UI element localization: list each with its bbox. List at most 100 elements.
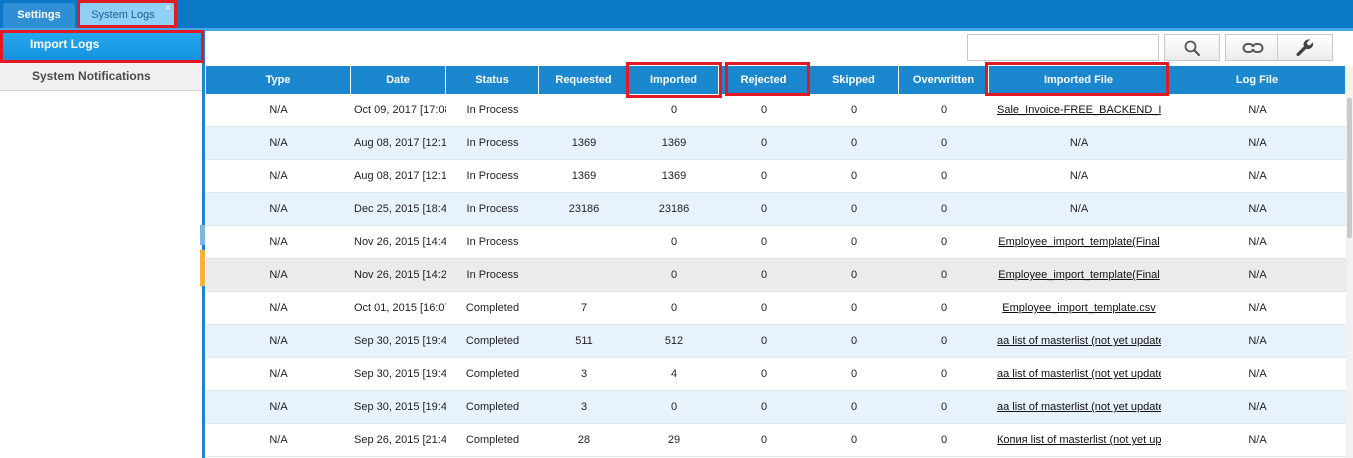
scrollbar-thumb[interactable] [1347,98,1352,238]
cell-type: N/A [269,137,288,149]
cell-type: N/A [269,104,288,116]
wrench-icon [1296,38,1314,56]
column-header-date[interactable]: Date [351,66,446,94]
cell-rejected: 0 [760,203,768,215]
cell-imported-file[interactable]: Employee_import_template(Final [997,259,1161,292]
cell-date: Aug 08, 2017 [12:1 [354,137,446,149]
close-icon[interactable]: × [165,0,171,21]
cell-imported-file[interactable]: aa list of masterlist (not yet update [997,358,1161,391]
column-header-status[interactable]: Status [446,66,539,94]
cell-skipped: 0 [850,335,858,347]
cell-rejected: 0 [760,137,768,149]
table-header: Type Date Status Requested Imported Reje… [206,66,1353,94]
sidebar: Import Logs System Notifications [0,31,205,458]
tab-system-logs-label: System Logs [91,9,155,21]
cell-date: Sep 30, 2015 [19:4 [354,368,446,380]
cell-log-file: N/A [1248,368,1267,380]
cell-skipped: 0 [850,137,858,149]
cell-status: In Process [466,269,519,281]
cell-log-file: N/A [1248,401,1267,413]
cell-log-file: N/A [1248,203,1267,215]
column-header-skipped[interactable]: Skipped [809,66,899,94]
cell-imported-file[interactable]: Sale_Invoice-FREE_BACKEND_I [997,94,1161,127]
cell-rejected: 0 [760,434,768,446]
cell-type: N/A [269,170,288,182]
cell-imported-file: N/A [1069,203,1089,215]
cell-date: Oct 09, 2017 [17:08 [354,104,446,116]
cell-type: N/A [269,434,288,446]
cell-rejected: 0 [760,302,768,314]
cell-skipped: 0 [850,269,858,281]
search-icon [1184,40,1201,56]
cell-overwritten: 0 [940,236,948,248]
cell-skipped: 0 [850,302,858,314]
cell-overwritten: 0 [940,335,948,347]
table-row[interactable]: N/A Aug 08, 2017 [12:1 In Process 1369 1369 0… [206,127,1346,160]
sidebar-item-import-logs[interactable]: Import Logs [0,31,202,60]
cell-log-file: N/A [1248,302,1267,314]
table-row[interactable]: N/A Sep 30, 2015 [19:4 Completed 3 0 0 0 0 aa li… [206,391,1346,424]
cell-rejected: 0 [760,368,768,380]
table-row[interactable]: N/A Oct 01, 2015 [16:07 Completed 7 0 0 0 0 Empl… [206,292,1346,325]
cell-log-file: N/A [1248,104,1267,116]
cell-log-file: N/A [1248,434,1267,446]
column-header-overwritten[interactable]: Overwritten [899,66,989,94]
column-header-requested[interactable]: Requested [539,66,629,94]
table-row[interactable]: N/A Sep 26, 2015 [21:4 Completed 28 29 0 0 0 Коп… [206,424,1346,457]
sidebar-item-system-notifications[interactable]: System Notifications [0,61,202,91]
cell-date: Nov 26, 2015 [14:2 [354,269,446,281]
column-header-imported-file[interactable]: Imported File [989,66,1169,94]
cell-imported-file[interactable]: Копия list of masterlist (not yet upd [997,424,1161,457]
table-row[interactable]: N/A Nov 26, 2015 [14:4 In Process 0 0 0 0 Emplo… [206,226,1346,259]
cell-imported-file: N/A [1069,170,1089,182]
cell-type: N/A [269,203,288,215]
settings-button[interactable] [1277,34,1333,61]
cell-overwritten: 0 [940,401,948,413]
cell-skipped: 0 [850,104,858,116]
cell-imported-file[interactable]: Employee_import_template.csv [997,292,1161,325]
table-row[interactable]: N/A Sep 30, 2015 [19:4 Completed 511 512 0 0 0 a… [206,325,1346,358]
cell-requested: 1369 [571,170,597,182]
cell-requested: 7 [580,302,588,314]
cell-imported: 0 [670,401,678,413]
table-row[interactable]: N/A Nov 26, 2015 [14:2 In Process 0 0 0 0 Emplo… [206,259,1346,292]
cell-overwritten: 0 [940,368,948,380]
cell-imported-file: N/A [1069,137,1089,149]
search-button[interactable] [1164,34,1220,61]
tab-settings[interactable]: Settings [3,3,75,28]
cell-date: Sep 30, 2015 [19:4 [354,401,446,413]
splitter-collapse-handle[interactable] [200,250,205,286]
table-row[interactable]: N/A Aug 08, 2017 [12:1 In Process 1369 1369 0… [206,160,1346,193]
cell-imported-file[interactable]: Employee_import_template(Final [997,226,1161,259]
cell-imported: 23186 [658,203,690,215]
table-row[interactable]: N/A Sep 30, 2015 [19:4 Completed 3 4 0 0 0 aa li… [206,358,1346,391]
cell-requested: 3 [580,401,588,413]
cell-imported-file[interactable]: aa list of masterlist (not yet update [997,325,1161,358]
cell-type: N/A [269,401,288,413]
search-input[interactable] [967,34,1159,61]
column-header-imported[interactable]: Imported [629,66,719,94]
tab-system-logs[interactable]: System Logs × [79,3,175,28]
cell-status: Completed [465,368,520,380]
cell-requested: 23186 [568,203,600,215]
cell-requested [539,259,629,292]
column-header-type[interactable]: Type [206,66,351,94]
table-row[interactable]: N/A Oct 09, 2017 [17:08 In Process 0 0 0 0 Sale… [206,94,1346,127]
cell-imported: 29 [667,434,681,446]
cell-overwritten: 0 [940,170,948,182]
link-button[interactable] [1225,34,1281,61]
cell-skipped: 0 [850,434,858,446]
cell-log-file: N/A [1248,335,1267,347]
cell-status: In Process [466,104,519,116]
cell-imported-file[interactable]: aa list of masterlist (not yet update [997,391,1161,424]
cell-skipped: 0 [850,401,858,413]
table-row[interactable]: N/A Dec 25, 2015 [18:4 In Process 23186 2318… [206,193,1346,226]
cell-skipped: 0 [850,368,858,380]
cell-date: Sep 26, 2015 [21:4 [354,434,446,446]
cell-status: In Process [466,203,519,215]
column-header-rejected[interactable]: Rejected [719,66,809,94]
cell-requested: 3 [580,368,588,380]
cell-date: Dec 25, 2015 [18:4 [354,203,446,215]
splitter-handle[interactable] [200,225,205,245]
column-header-log-file[interactable]: Log File [1169,66,1346,94]
